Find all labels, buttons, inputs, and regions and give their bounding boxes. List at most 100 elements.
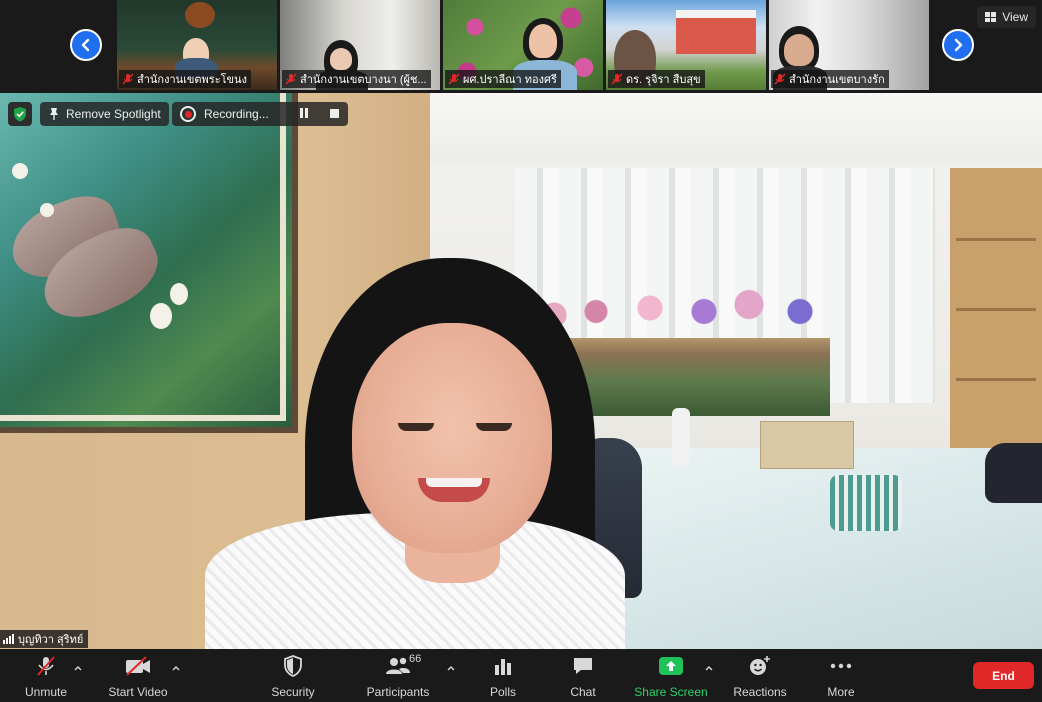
video-painting bbox=[0, 93, 298, 433]
chat-bubble-icon bbox=[572, 655, 594, 677]
remove-spotlight-label: Remove Spotlight bbox=[66, 107, 161, 121]
view-label: View bbox=[1002, 10, 1028, 24]
chevron-up-icon bbox=[74, 666, 82, 671]
pause-recording-button[interactable] bbox=[300, 108, 310, 120]
mic-off-icon bbox=[35, 655, 57, 677]
meeting-toolbar: Unmute Start Video Security 66 Participa… bbox=[0, 649, 1042, 702]
signal-strength-icon bbox=[3, 634, 14, 644]
participant-tile[interactable]: ผศ.ปราลีณา ทองศรี bbox=[443, 0, 603, 90]
speaker-face bbox=[352, 323, 552, 553]
painting-flower bbox=[12, 163, 28, 179]
participant-name-tag: ดร. รุจิรา สืบสุข bbox=[608, 70, 705, 88]
strip-next-button[interactable] bbox=[942, 29, 974, 61]
speaker-name-tag: บุญทิวา สุริทย์ bbox=[0, 630, 89, 648]
participant-tile[interactable]: สำนักงานเขตบางนา (ผู้ช... bbox=[280, 0, 440, 90]
grid-icon bbox=[985, 12, 997, 22]
participants-options-caret[interactable] bbox=[446, 659, 456, 671]
video-flowers bbox=[530, 273, 830, 343]
painting-flower bbox=[170, 283, 188, 305]
emblem-decoration bbox=[185, 2, 215, 28]
video-tin bbox=[830, 475, 902, 531]
end-label: End bbox=[992, 668, 1015, 683]
share-options-caret[interactable] bbox=[704, 659, 714, 671]
strip-previous-button[interactable] bbox=[70, 29, 102, 61]
share-screen-label: Share Screen bbox=[634, 685, 708, 699]
reactions-button[interactable]: Reactions bbox=[732, 655, 788, 699]
participant-name: ดร. รุจิรา สืบสุข bbox=[626, 74, 701, 86]
participant-name: สำนักงานเขตบางนา (ผู้ช... bbox=[300, 74, 427, 86]
participant-face bbox=[330, 48, 352, 70]
start-video-button[interactable]: Start Video bbox=[106, 655, 170, 699]
video-ceiling bbox=[430, 93, 1042, 163]
pin-icon bbox=[50, 108, 58, 120]
emoji-plus-icon bbox=[748, 655, 772, 677]
shield-check-icon bbox=[14, 107, 26, 122]
building-backdrop bbox=[676, 10, 756, 54]
participants-label: Participants bbox=[366, 685, 430, 699]
unmute-label: Unmute bbox=[24, 685, 68, 699]
participant-name-tag: สำนักงานเขตบางนา (ผู้ช... bbox=[282, 70, 431, 88]
share-screen-button[interactable]: Share Screen bbox=[634, 655, 708, 699]
security-label: Security bbox=[271, 685, 315, 699]
chevron-left-icon bbox=[81, 38, 90, 52]
video-box bbox=[760, 421, 854, 469]
mic-off-icon bbox=[611, 73, 623, 85]
end-meeting-button[interactable]: End bbox=[973, 662, 1034, 689]
record-icon bbox=[180, 106, 196, 122]
participant-name-tag: ผศ.ปราลีณา ทองศรี bbox=[445, 70, 561, 88]
mic-off-icon bbox=[122, 73, 134, 85]
participant-face bbox=[784, 34, 814, 66]
encryption-indicator[interactable] bbox=[8, 102, 32, 126]
stop-recording-button[interactable] bbox=[330, 109, 339, 118]
participant-name: สำนักงานเขตพระโขนง bbox=[137, 74, 247, 86]
speaker-eye bbox=[476, 423, 512, 431]
participant-tile[interactable]: สำนักงานเขตบางรัก bbox=[769, 0, 929, 90]
zoom-meeting-window: สำนักงานเขตพระโขนง สำนักงานเขตบางนา (ผู้… bbox=[0, 0, 1042, 702]
view-button[interactable]: View bbox=[977, 6, 1036, 28]
participants-count: 66 bbox=[409, 653, 422, 665]
bar-chart-icon bbox=[493, 655, 513, 677]
participant-strip: สำนักงานเขตพระโขนง สำนักงานเขตบางนา (ผู้… bbox=[0, 0, 1042, 93]
speaker-eye bbox=[398, 423, 434, 431]
mic-off-icon bbox=[285, 73, 297, 85]
painting-flower bbox=[40, 203, 54, 217]
spotlight-video bbox=[0, 93, 1042, 649]
remove-spotlight-button[interactable]: Remove Spotlight bbox=[40, 102, 169, 126]
participant-name-tag: สำนักงานเขตบางรัก bbox=[771, 70, 889, 88]
polls-button[interactable]: Polls bbox=[484, 655, 522, 699]
more-label: More bbox=[827, 685, 855, 699]
video-chair bbox=[985, 443, 1042, 503]
chevron-up-icon bbox=[447, 666, 455, 671]
ellipsis-icon bbox=[830, 655, 852, 677]
reactions-label: Reactions bbox=[733, 685, 787, 699]
participants-button[interactable]: 66 Participants bbox=[364, 653, 432, 699]
participant-name: ผศ.ปราลีณา ทองศรี bbox=[463, 74, 557, 86]
polls-label: Polls bbox=[489, 685, 516, 699]
recording-indicator: Recording... bbox=[172, 102, 348, 126]
shield-icon bbox=[284, 655, 302, 677]
pause-icon bbox=[300, 108, 303, 118]
participant-name-tag: สำนักงานเขตพระโขนง bbox=[119, 70, 251, 88]
security-button[interactable]: Security bbox=[268, 655, 318, 699]
share-arrow-icon bbox=[659, 655, 683, 677]
unmute-button[interactable]: Unmute bbox=[22, 655, 70, 699]
painting-flower bbox=[150, 303, 172, 329]
start-video-label: Start Video bbox=[108, 685, 168, 699]
more-button[interactable]: More bbox=[824, 655, 858, 699]
chat-button[interactable]: Chat bbox=[566, 655, 600, 699]
video-options-caret[interactable] bbox=[171, 659, 181, 671]
speaker-name: บุญทิวา สุริทย์ bbox=[18, 634, 84, 646]
chevron-up-icon bbox=[172, 666, 180, 671]
chat-label: Chat bbox=[570, 685, 596, 699]
people-icon: 66 bbox=[385, 653, 421, 677]
participant-tile[interactable]: ดร. รุจิรา สืบสุข bbox=[606, 0, 766, 90]
participant-face bbox=[529, 24, 557, 58]
chevron-right-icon bbox=[954, 38, 963, 52]
audio-options-caret[interactable] bbox=[73, 659, 83, 671]
recording-label: Recording... bbox=[204, 107, 269, 121]
participant-name: สำนักงานเขตบางรัก bbox=[789, 74, 885, 86]
video-off-icon bbox=[124, 655, 152, 677]
participant-tile[interactable]: สำนักงานเขตพระโขนง bbox=[117, 0, 277, 90]
video-bottle bbox=[672, 408, 690, 468]
mic-off-icon bbox=[448, 73, 460, 85]
